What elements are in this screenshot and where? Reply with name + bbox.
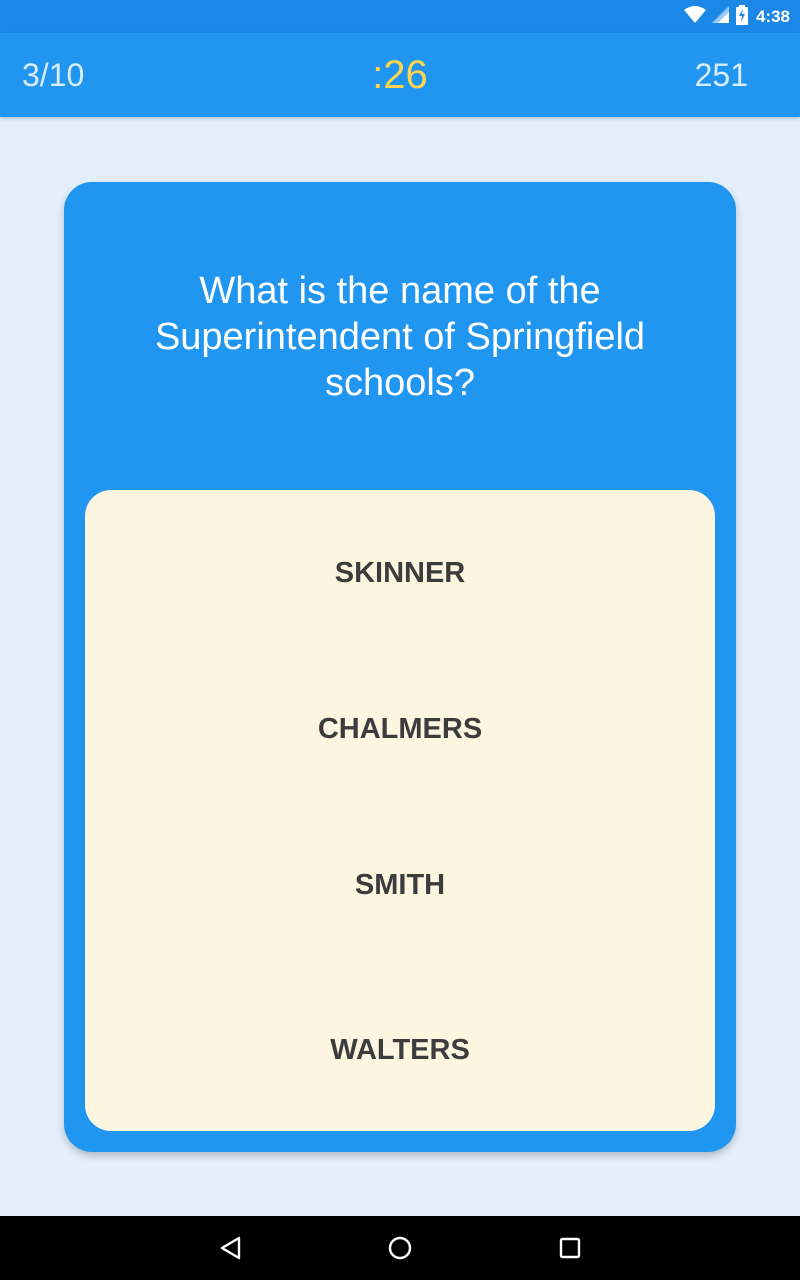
answer-option-skinner[interactable]: SKINNER [85,533,715,613]
answer-option-walters[interactable]: WALTERS [85,1010,715,1090]
navigation-bar [0,1216,800,1280]
back-icon[interactable] [214,1232,246,1264]
status-icons: 4:38 [683,4,790,30]
status-bar: 4:38 [0,0,800,33]
signal-icon [711,5,730,29]
battery-charging-icon [735,4,748,30]
answer-option-chalmers[interactable]: CHALMERS [85,689,715,769]
app-bar: 3/10 :26 251 [0,33,800,117]
question-card: What is the name of the Superintendent o… [64,182,736,1152]
countdown-timer: :26 [372,53,428,97]
status-time: 4:38 [755,7,790,26]
home-icon[interactable] [384,1232,416,1264]
answer-option-smith[interactable]: SMITH [85,845,715,925]
answer-panel: SKINNER CHALMERS SMITH WALTERS [85,490,715,1131]
wifi-icon [683,5,706,29]
score: 251 [694,57,748,93]
question-text: What is the name of the Superintendent o… [154,270,646,404]
recents-icon[interactable] [554,1232,586,1264]
